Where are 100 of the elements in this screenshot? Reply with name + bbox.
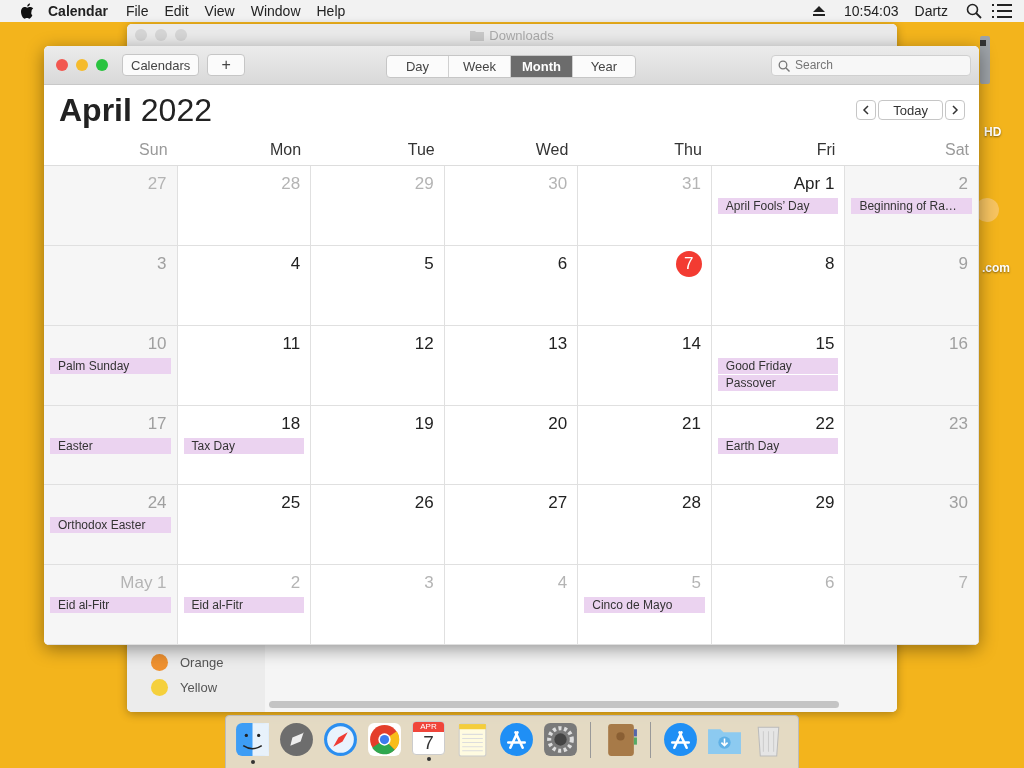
event[interactable]: Eid al-Fitr [50,597,171,614]
day-cell[interactable]: 7 [578,245,712,326]
chevron-left-icon [862,105,871,115]
view-tab[interactable]: Year [573,56,635,77]
day-number: 13 [547,332,569,355]
day-cell[interactable]: 5 Cinco de Mayo [578,565,712,645]
tag-label[interactable]: Yellow [180,680,218,695]
apple-icon[interactable] [20,3,34,19]
day-cell[interactable]: 20 [444,405,579,486]
day-cell[interactable]: 19 [311,405,445,486]
weekday-header: Mon [269,141,303,159]
view-tab[interactable]: Day [387,56,449,77]
day-cell[interactable]: 28 [578,485,712,566]
compass-icon[interactable] [322,721,359,758]
day-cell[interactable]: 5 [311,245,445,326]
event[interactable]: April Fools’ Day [717,198,839,214]
browser-icon[interactable] [366,721,403,758]
eject-icon[interactable] [812,5,827,17]
rocket-icon[interactable] [278,721,315,758]
day-number: 20 [547,412,569,435]
day-number: 24 [146,492,168,515]
weekday-header: Fri [815,141,837,159]
day-number: 29 [413,173,435,195]
user-name[interactable]: Dartz [906,3,956,19]
event[interactable]: Easter [50,437,171,454]
weekday-header: Sat [943,141,970,159]
next-button[interactable] [945,100,965,120]
day-cell[interactable]: 17 Easter [44,405,178,486]
event[interactable]: Earth Day [717,437,839,454]
view-tab[interactable]: Month [511,56,573,77]
app-store-icon[interactable] [498,721,535,758]
day-cell[interactable]: 12 [311,325,445,406]
search-field[interactable]: Search [771,54,971,76]
previous-button[interactable] [856,100,877,120]
day-number: 28 [280,173,302,195]
day-number: 6 [556,252,569,275]
day-cell[interactable]: 21 [578,405,712,486]
calendars-button[interactable]: Calendars [122,54,200,76]
weekday-header: Sun [138,141,169,159]
day-number: 31 [680,173,702,195]
day-number: 28 [680,492,702,515]
day-number: 27 [146,173,168,195]
day-number: 2 [289,572,302,595]
today-button[interactable]: Today [878,100,943,120]
smiling-face-icon[interactable] [234,721,271,758]
list-icon[interactable] [992,4,1012,18]
folder-icon [470,29,485,41]
zoom-button[interactable] [96,59,108,71]
gear-icon[interactable] [542,721,579,758]
event[interactable]: Good Friday [717,357,839,374]
day-number: 22 [814,412,836,435]
day-number: 3 [423,572,435,595]
menu-item[interactable]: Help [308,3,354,19]
window-title: Downloads [489,27,554,43]
app-store-icon[interactable] [662,721,699,758]
day-cell[interactable]: 27 [444,485,579,566]
day-cell[interactable]: May 1 Eid al-Fitr [44,565,178,645]
search-icon[interactable] [966,3,982,19]
event[interactable]: Tax Day [183,437,305,454]
clock[interactable]: 10:54:03 [836,3,907,19]
day-number: 12 [413,332,435,355]
day-cell[interactable]: 14 [578,325,712,406]
app-menu[interactable]: Calendar [34,3,118,19]
day-cell[interactable]: 2 Eid al-Fitr [177,565,312,645]
day-number: 26 [413,492,435,515]
hard-drive-icon[interactable] [980,35,992,85]
event[interactable]: Cinco de Mayo [584,597,705,614]
menu-item[interactable]: Window [242,3,309,19]
event[interactable]: Palm Sunday [50,357,171,374]
day-number: 3 [156,252,168,275]
event[interactable]: Passover [717,374,839,391]
menu-item[interactable]: View [196,3,243,19]
add-button[interactable]: + [207,54,246,76]
day-cell[interactable]: 18 Tax Day [177,405,312,486]
day-cell[interactable]: 15 Good Friday Passover [711,325,846,406]
calendar-icon[interactable]: APR 7 [412,721,445,755]
close-button[interactable] [56,59,68,71]
menu-item[interactable]: Edit [156,3,197,19]
scroll-bar[interactable] [269,701,839,708]
day-cell[interactable]: 25 [177,485,312,566]
day-number: 30 [547,173,569,195]
day-cell[interactable]: 11 [177,325,312,406]
day-cell[interactable]: 26 [311,485,445,566]
menu-item[interactable]: File [117,3,157,19]
day-cell[interactable]: 24 Orthodox Easter [44,485,178,566]
day-cell[interactable]: 13 [444,325,579,406]
event[interactable]: Beginning of Ra… [851,198,972,214]
tag-label[interactable]: Orange [180,655,224,670]
event[interactable]: Eid al-Fitr [183,597,305,614]
day-cell[interactable]: 22 Earth Day [711,405,846,486]
day-cell[interactable]: Apr 1 April Fools’ Day [711,166,846,246]
day-number: 27 [547,492,569,515]
day-cell[interactable]: 10 Palm Sunday [44,325,178,406]
event[interactable]: Orthodox Easter [50,517,171,534]
day-cell[interactable]: 4 [177,245,312,326]
day-cell[interactable]: 2 Beginning of Ra… [845,166,979,246]
weekday-header: Thu [673,141,703,159]
day-number: 8 [823,252,836,275]
day-cell[interactable]: 6 [444,245,579,326]
day-number: 25 [280,492,302,515]
